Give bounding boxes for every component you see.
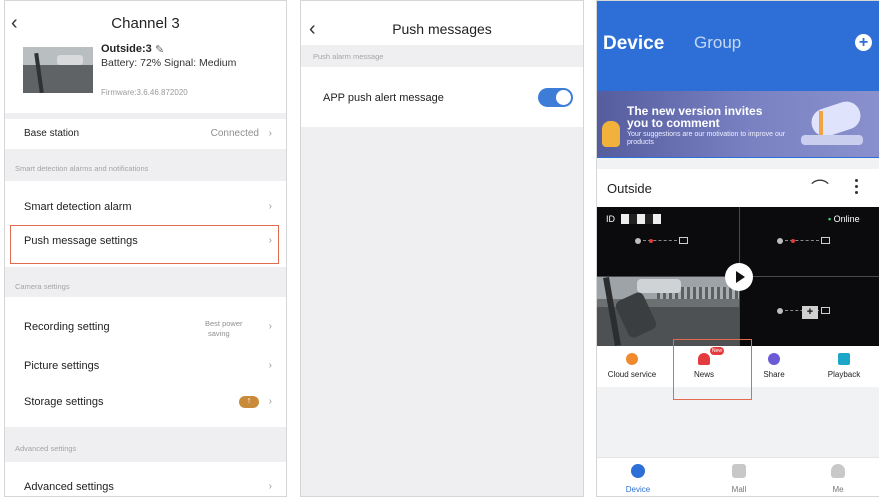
picture-settings-row[interactable]: Picture settings › (5, 351, 286, 381)
nav-device[interactable]: Device (603, 458, 673, 496)
camera-id-redacted (621, 214, 661, 224)
video-grid[interactable]: ID • Online + (597, 207, 879, 346)
camera-thumbnail[interactable] (23, 47, 93, 93)
bottom-nav: Device Mall Me (597, 457, 879, 496)
device-header: ‹ Channel 3 Outside:3 ✎ Battery: 72% Sig… (5, 1, 286, 113)
device-list-screen: Device Group + The new version invites y… (596, 0, 879, 497)
chevron-right-icon: › (268, 360, 272, 371)
camera-live-feed[interactable] (597, 277, 739, 346)
nav-me[interactable]: Me (803, 458, 873, 496)
device-icon (631, 464, 645, 478)
app-push-alert-toggle[interactable] (538, 88, 573, 107)
add-device-icon[interactable]: + (855, 34, 872, 51)
play-icon[interactable] (725, 263, 753, 291)
playback-button[interactable]: Playback (809, 346, 879, 387)
tab-group[interactable]: Group (694, 33, 741, 53)
firmware-version: Firmware:3.6.46.872020 (101, 88, 188, 97)
cloud-service-button[interactable]: Cloud service (597, 346, 667, 387)
base-station-row[interactable]: Base station Connected › (5, 119, 286, 149)
channel-settings-screen: ‹ Channel 3 Outside:3 ✎ Battery: 72% Sig… (4, 0, 287, 497)
feedback-scroll-icon (797, 97, 867, 149)
chevron-right-icon: › (268, 396, 272, 407)
chevron-right-icon: › (268, 321, 272, 332)
base-station-status: Connected (210, 128, 259, 139)
tab-device[interactable]: Device (603, 33, 664, 55)
page-title: Channel 3 (111, 15, 180, 32)
recording-setting-label: Recording setting (24, 321, 110, 333)
page-title: Push messages (392, 21, 492, 37)
more-options-icon[interactable] (855, 179, 861, 197)
channel-1-controls (635, 237, 695, 245)
base-station-label: Base station (24, 128, 80, 139)
app-push-alert-label: APP push alert message (323, 92, 444, 104)
storage-settings-label: Storage settings (24, 396, 104, 408)
advanced-settings-row[interactable]: Advanced settings › (5, 462, 286, 496)
recording-setting-row[interactable]: Recording setting Best power saving › (5, 311, 286, 343)
promo-banner[interactable]: The new version invites you to comment Y… (597, 91, 879, 157)
push-header: ‹ Push messages (301, 1, 583, 45)
battery-signal-status: Battery: 72% Signal: Medium (101, 57, 237, 69)
me-icon (831, 464, 845, 478)
nav-mall[interactable]: Mall (704, 458, 774, 496)
cloud-storage-icon: ↑ (239, 395, 259, 408)
device-name: Outside:3 (101, 43, 152, 55)
share-icon (768, 353, 780, 365)
section-header-smart: Smart detection alarms and notifications (15, 164, 149, 173)
camera-name: Outside (607, 181, 652, 196)
section-header-push-alarm: Push alarm message (313, 52, 384, 61)
camera-settings-group: Recording setting Best power saving › Pi… (5, 297, 286, 427)
mall-icon (732, 464, 746, 478)
cloud-icon (626, 353, 638, 365)
smart-detection-alarm-row[interactable]: Smart detection alarm › (5, 191, 286, 221)
chevron-right-icon: › (268, 481, 272, 492)
online-status: • Online (828, 214, 860, 224)
banner-headline: The new version invites you to comment (627, 104, 763, 130)
smart-detection-alarm-label: Smart detection alarm (24, 201, 132, 213)
banner-subtext: Your suggestions are our motivation to i… (627, 131, 786, 146)
channel-2-controls (777, 237, 837, 245)
highlight-box (10, 225, 279, 264)
headset-icon[interactable]: ⌒ (811, 175, 829, 201)
camera-id-label: ID (606, 214, 615, 224)
playback-icon (838, 353, 850, 365)
lightbulb-icon (602, 121, 620, 147)
app-push-alert-row: APP push alert message (301, 67, 583, 127)
storage-settings-row[interactable]: Storage settings ↑ › (5, 387, 286, 417)
picture-settings-label: Picture settings (24, 360, 100, 372)
top-bar: Device Group + The new version invites y… (597, 1, 879, 158)
add-channel-icon[interactable]: + (802, 306, 818, 319)
chevron-right-icon: › (268, 201, 272, 212)
push-messages-screen: ‹ Push messages Push alarm message APP p… (300, 0, 584, 497)
recording-mode-value-line2: saving (208, 329, 230, 338)
recording-mode-value-line1: Best power (205, 319, 243, 328)
section-header-advanced: Advanced settings (15, 444, 77, 453)
advanced-settings-label: Advanced settings (24, 481, 114, 493)
chevron-right-icon: › (268, 128, 272, 139)
highlight-box (673, 339, 752, 400)
edit-icon[interactable]: ✎ (155, 43, 164, 56)
section-header-camera: Camera settings (15, 282, 70, 291)
